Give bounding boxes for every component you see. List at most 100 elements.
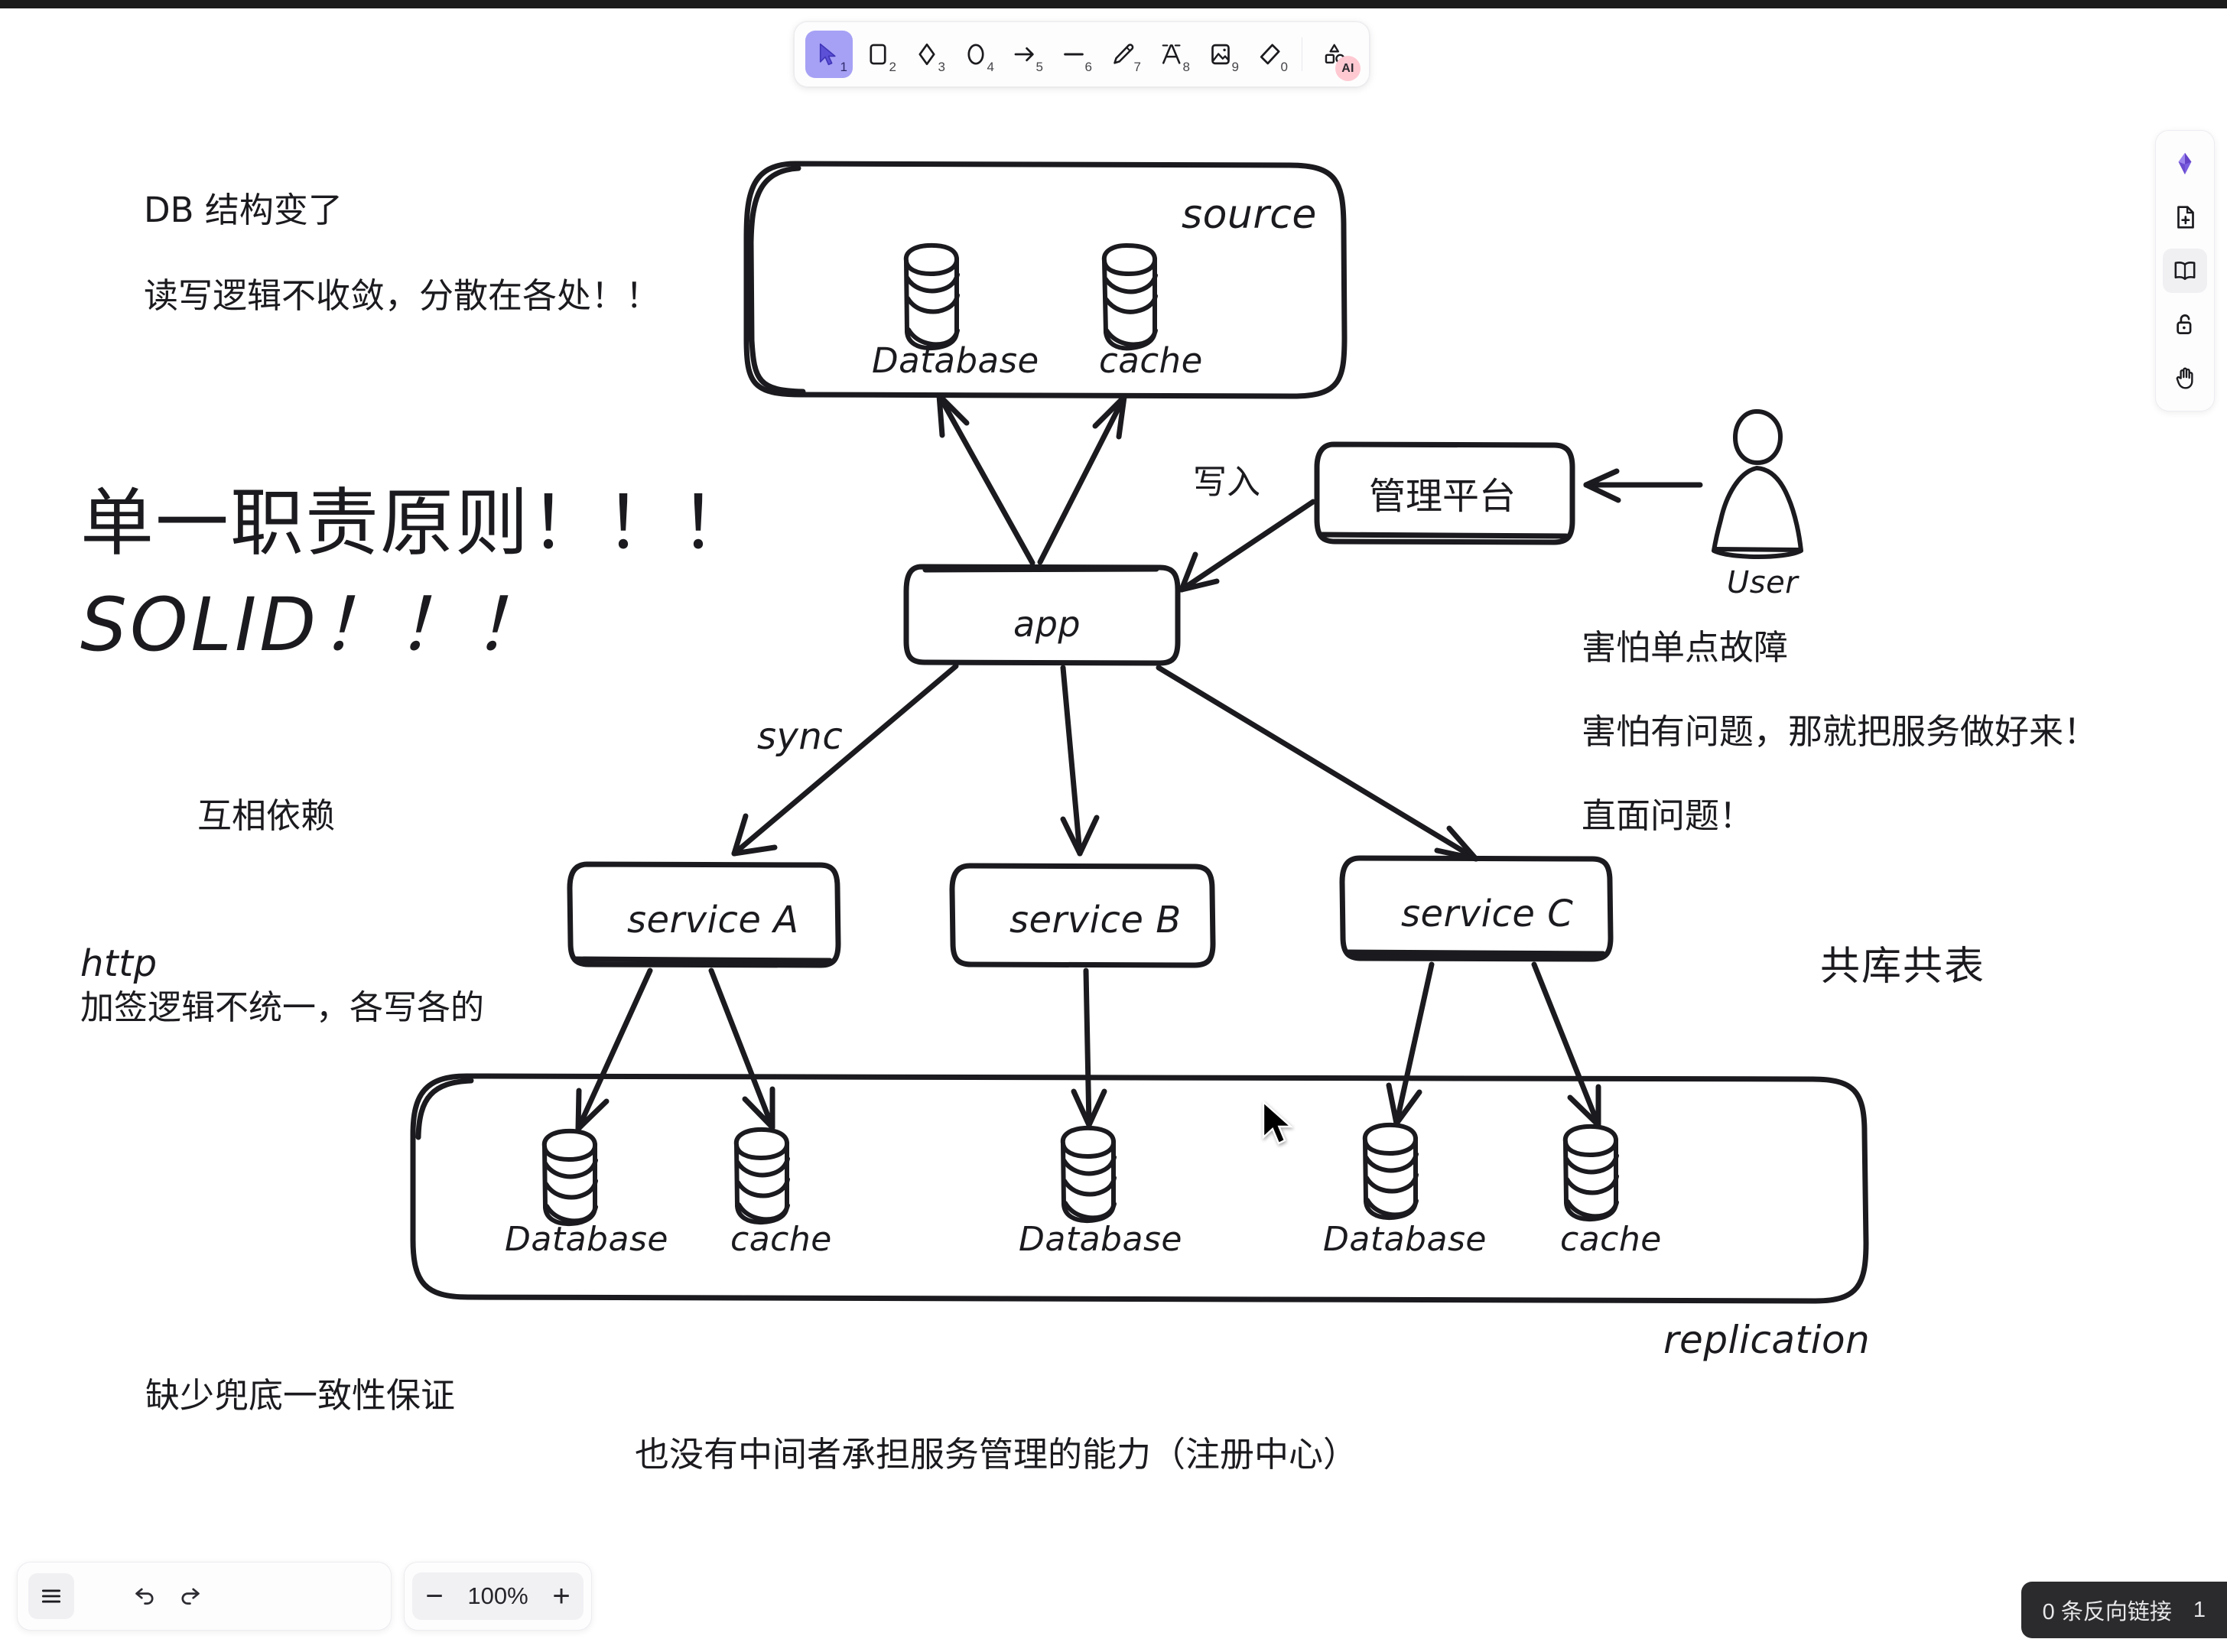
note-srp-line1[interactable]: 单一职责原则！！！	[80, 465, 755, 583]
zoom-in-button[interactable]: +	[539, 1572, 584, 1620]
arrow-app-to-service-c	[1156, 665, 1479, 862]
window-top-chrome	[0, 0, 2227, 8]
note-db-changed[interactable]: DB 结构变了	[144, 183, 343, 238]
undo-icon	[135, 1588, 154, 1605]
backlinks-status-bar[interactable]: 0 条反向链接 1	[2021, 1582, 2227, 1638]
arrow-tool-shortcut: 5	[1035, 60, 1043, 74]
arrow-service-a-to-cache	[708, 967, 775, 1130]
arrow-icon	[1014, 47, 1034, 62]
note-rw-logic[interactable]: 读写逻辑不收敛，分散在各处！！	[144, 268, 660, 324]
label-service-a[interactable]: service A	[627, 894, 799, 948]
user-actor-shape	[1712, 409, 1803, 559]
arrow-app-to-service-b	[1060, 665, 1100, 857]
hamburger-menu-icon	[41, 1589, 61, 1603]
label-service-c[interactable]: service C	[1401, 888, 1573, 941]
diamond-tool-shortcut: 3	[938, 60, 945, 74]
redo-icon	[181, 1588, 200, 1605]
line-icon	[1064, 53, 1084, 56]
eraser-tool-shortcut: 0	[1280, 60, 1288, 74]
zoom-control-group[interactable]: − 100% +	[412, 1572, 584, 1620]
line-tool-shortcut: 6	[1084, 60, 1092, 74]
new-file-button[interactable]	[2163, 195, 2207, 239]
zoom-level-value[interactable]: 100%	[457, 1582, 539, 1610]
ellipse-tool[interactable]: 4	[952, 31, 1000, 78]
note-shared-db[interactable]: 共库共表	[1820, 935, 1985, 999]
selection-tool-shortcut: 1	[840, 60, 847, 74]
note-lack-consistency[interactable]: 缺少兜底一致性保证	[145, 1368, 455, 1423]
label-svc-a-cache[interactable]: cache	[730, 1215, 832, 1264]
main-toolbar[interactable]: 1 2 3 4 5 6 7 8 9 0 AI	[794, 21, 1370, 87]
note-http[interactable]: 加签逻辑不统一，各写各的	[80, 981, 484, 1035]
replication-container-shape	[410, 1073, 1869, 1304]
rectangle-tool[interactable]: 2	[854, 31, 902, 78]
label-source-cache[interactable]: cache	[1099, 336, 1203, 385]
arrow-tool[interactable]: 5	[1001, 31, 1048, 78]
hand-tool-button[interactable]	[2163, 356, 2207, 400]
book-icon	[2174, 262, 2196, 281]
label-svc-c-database[interactable]: Database	[1323, 1215, 1487, 1264]
label-admin-platform[interactable]: 管理平台	[1369, 467, 1516, 526]
eraser-tool[interactable]: 0	[1246, 31, 1293, 78]
note-face-problem[interactable]: 直面问题！	[1582, 789, 1754, 844]
hand-icon	[2176, 367, 2193, 389]
arrow-admin-to-app	[1179, 499, 1316, 593]
drawing-canvas[interactable]: DB 结构变了 读写逻辑不收敛，分散在各处！！ 单一职责原则！！！ SOLID！…	[0, 8, 2227, 1647]
hamburger-menu-button[interactable]	[28, 1573, 74, 1619]
ellipse-tool-shortcut: 4	[987, 60, 994, 74]
zoom-island[interactable]: − 100% +	[404, 1562, 592, 1631]
shape-ai-tool[interactable]: AI	[1311, 31, 1361, 81]
draw-tool-shortcut: 7	[1133, 60, 1141, 74]
note-no-registry[interactable]: 也没有中间者承担服务管理的能力（注册中心）	[635, 1427, 1357, 1482]
ellipse-icon	[967, 44, 984, 65]
arrow-app-to-source-db	[936, 392, 1035, 566]
label-user-actor[interactable]: User	[1727, 561, 1798, 605]
image-tool[interactable]: 9	[1197, 31, 1244, 78]
zoom-out-button[interactable]: −	[412, 1572, 457, 1620]
backlinks-count-label: 0 条反向链接	[2042, 1600, 2172, 1624]
excalidraw-app: DB 结构变了 读写逻辑不收敛，分散在各处！！ 单一职责原则！！！ SOLID！…	[0, 0, 2227, 1652]
undo-button[interactable]	[122, 1573, 167, 1619]
rectangle-icon	[870, 44, 886, 65]
diamond-icon	[918, 43, 935, 66]
label-svc-c-cache[interactable]: cache	[1560, 1215, 1662, 1264]
label-svc-a-database[interactable]: Database	[505, 1215, 668, 1264]
window-bottom-chrome	[0, 1647, 2227, 1652]
label-app-box[interactable]: app	[1013, 599, 1081, 650]
eraser-icon	[1260, 44, 1280, 65]
diamond-tool[interactable]: 3	[903, 31, 951, 78]
note-fear-problem[interactable]: 害怕有问题，那就把服务做好来！	[1582, 704, 2098, 759]
read-mode-button[interactable]	[2163, 249, 2207, 293]
svc-c-database-shape	[1362, 1122, 1419, 1221]
label-write-in[interactable]: 写入	[1193, 456, 1260, 509]
selection-tool[interactable]: 1	[805, 31, 853, 78]
text-tool[interactable]: 8	[1148, 31, 1195, 78]
label-source-group[interactable]: source	[1182, 187, 1317, 244]
arrow-service-b-to-db	[1071, 967, 1107, 1128]
rectangle-tool-shortcut: 2	[889, 60, 896, 74]
lock-toggle-button[interactable]	[2163, 302, 2207, 346]
bottom-left-controls[interactable]: − 100% +	[17, 1562, 592, 1631]
ai-badge: AI	[1335, 56, 1361, 81]
note-fear-spof[interactable]: 害怕单点故障	[1582, 620, 1788, 675]
arrow-service-c-to-cache	[1531, 961, 1601, 1128]
note-srp-line2[interactable]: SOLID！！！	[80, 567, 548, 685]
image-icon	[1211, 44, 1230, 65]
draw-tool[interactable]: 7	[1099, 31, 1146, 78]
label-svc-b-database[interactable]: Database	[1019, 1215, 1182, 1264]
text-tool-shortcut: 8	[1182, 60, 1190, 74]
crystal-logo-icon	[2178, 152, 2192, 175]
line-tool[interactable]: 6	[1050, 31, 1097, 78]
svc-b-database-shape	[1060, 1125, 1117, 1224]
label-source-database[interactable]: Database	[872, 336, 1039, 385]
right-sidebar[interactable]	[2155, 130, 2215, 411]
svc-a-cache-shape	[733, 1127, 790, 1225]
note-mutual-dep[interactable]: 互相依赖	[197, 789, 335, 844]
file-plus-icon	[2177, 206, 2194, 229]
arrow-service-c-to-db	[1386, 961, 1435, 1127]
redo-button[interactable]	[167, 1573, 213, 1619]
crystal-logo-button[interactable]	[2163, 141, 2207, 186]
label-replication[interactable]: replication	[1663, 1312, 1870, 1368]
label-service-b[interactable]: service B	[1009, 894, 1182, 948]
menu-island[interactable]	[17, 1562, 392, 1631]
label-sync[interactable]: sync	[757, 711, 843, 764]
